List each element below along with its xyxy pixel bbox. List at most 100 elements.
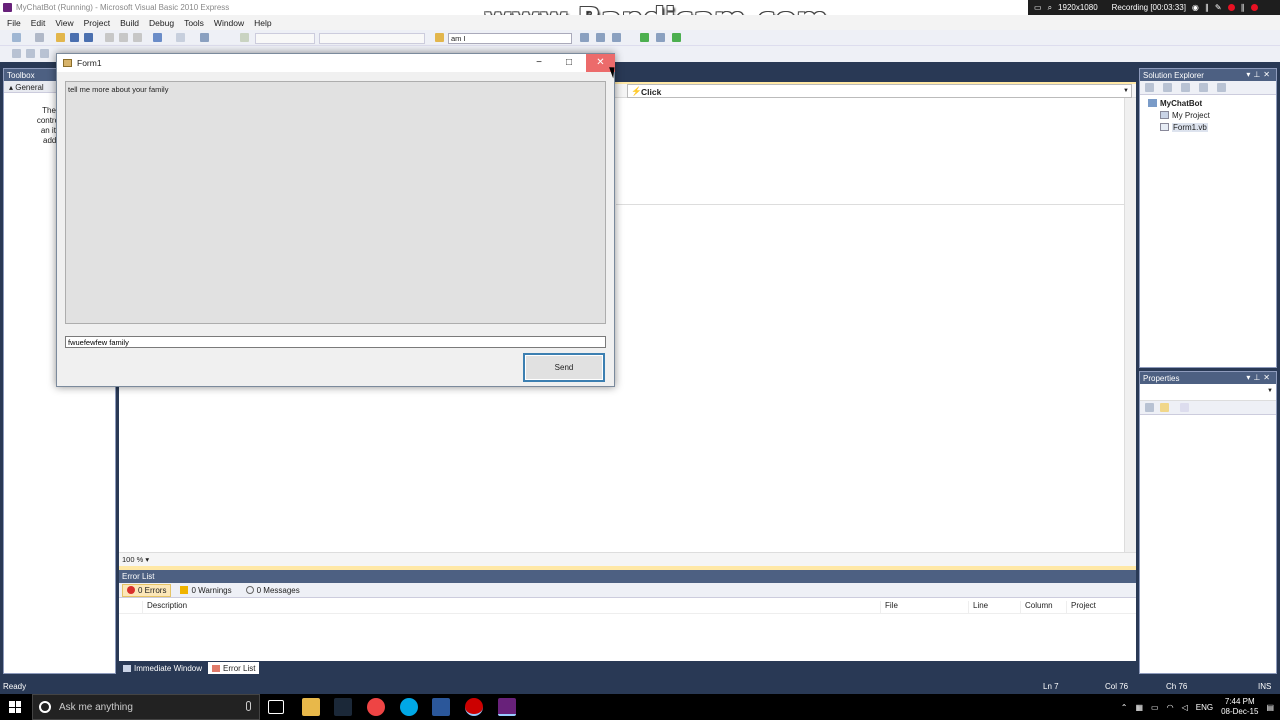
steam-icon[interactable] (334, 698, 352, 716)
debug-toolbar-icon-1[interactable] (580, 33, 589, 42)
show-hidden-icons-icon[interactable]: ⌃ (1121, 703, 1128, 712)
start-debug-icon[interactable] (240, 33, 249, 42)
tab-immediate-window[interactable]: Immediate Window (119, 662, 206, 674)
solution-config-combo[interactable] (255, 33, 315, 44)
file-explorer-icon[interactable] (302, 698, 320, 716)
toolbar2-icon-2[interactable] (26, 49, 35, 58)
microphone-icon[interactable] (246, 701, 251, 711)
chrome-icon[interactable] (367, 698, 385, 716)
panel-controls[interactable]: ▾⊥✕ (1246, 70, 1273, 79)
maximize-button[interactable]: □ (554, 54, 584, 72)
menu-project[interactable]: Project (79, 18, 115, 28)
menu-tools[interactable]: Tools (179, 18, 209, 28)
show-all-files-icon[interactable] (1163, 83, 1172, 92)
tab-error-list[interactable]: Error List (208, 662, 260, 674)
debug-toolbar-icon-5[interactable] (656, 33, 665, 42)
action-center-icon[interactable]: ▤ (1266, 703, 1274, 712)
status-text: Ready (3, 682, 27, 691)
message-input[interactable] (65, 336, 606, 348)
new-project-icon[interactable] (12, 33, 21, 42)
copy-icon[interactable] (119, 33, 128, 42)
chat-history-box[interactable]: tell me more about your family (65, 81, 606, 324)
debug-toolbar-icon-4[interactable] (640, 33, 649, 42)
alphabetical-icon[interactable] (1160, 403, 1169, 412)
tab-label: Error List (223, 663, 256, 673)
tree-item-my-project[interactable]: My Project (1140, 110, 1276, 122)
warnings-filter-button[interactable]: 0 Warnings (175, 584, 236, 597)
undo-icon[interactable] (153, 33, 162, 42)
platform-combo[interactable] (319, 33, 425, 44)
find-combo[interactable]: am I (448, 33, 572, 44)
add-item-icon[interactable] (35, 33, 44, 42)
properties-icon[interactable] (1145, 83, 1154, 92)
menu-edit[interactable]: Edit (26, 18, 51, 28)
form1-title-bar[interactable]: Form1 − □ ✕ (57, 54, 615, 72)
word-icon[interactable] (432, 698, 450, 716)
stop-icon[interactable]: ∥ (1241, 3, 1245, 12)
menu-debug[interactable]: Debug (144, 18, 179, 28)
network-icon[interactable]: ▦ (1135, 703, 1143, 712)
volume-icon[interactable]: ◁ (1182, 703, 1188, 712)
navigate-icon[interactable] (200, 33, 209, 42)
visual-basic-icon[interactable] (498, 698, 516, 716)
skype-icon[interactable] (400, 698, 418, 716)
input-language[interactable]: ENG (1196, 703, 1213, 712)
column-file[interactable]: File (881, 601, 969, 613)
column-line[interactable]: Line (969, 601, 1021, 613)
messages-filter-button[interactable]: 0 Messages (241, 584, 305, 597)
redo-icon[interactable] (176, 33, 185, 42)
find-in-files-icon[interactable] (435, 33, 444, 42)
column-column[interactable]: Column (1021, 601, 1067, 613)
solution-explorer-panel: Solution Explorer ▾⊥✕ MyChatBot My Projec… (1139, 68, 1277, 368)
pencil-icon[interactable]: ✎ (1215, 3, 1222, 12)
categorized-icon[interactable] (1145, 403, 1154, 412)
battery-icon[interactable]: ▭ (1151, 703, 1159, 712)
toolbar2-icon-1[interactable] (12, 49, 21, 58)
error-list-icon (212, 664, 221, 672)
clock[interactable]: 7:44 PM 08-Dec-15 (1221, 697, 1258, 717)
menu-help[interactable]: Help (249, 18, 276, 28)
monitor-icon[interactable]: ▭ (1034, 3, 1042, 12)
paste-icon[interactable] (133, 33, 142, 42)
errors-filter-button[interactable]: 0 Errors (122, 583, 172, 597)
view-designer-icon[interactable] (1217, 83, 1226, 92)
save-icon[interactable] (70, 33, 79, 42)
view-code-icon[interactable] (1199, 83, 1208, 92)
refresh-icon[interactable] (1181, 83, 1190, 92)
cut-icon[interactable] (105, 33, 114, 42)
tree-item-form1[interactable]: Form1.vb (1140, 122, 1276, 134)
send-button[interactable]: Send (523, 353, 605, 382)
task-view-icon[interactable] (268, 700, 284, 714)
zoom-control[interactable]: 100 % ▾ (119, 552, 1136, 566)
record-icon[interactable] (1227, 4, 1235, 11)
toolbar2-icon-3[interactable] (40, 49, 49, 58)
debug-toolbar-icon-2[interactable] (596, 33, 605, 42)
search-icon[interactable]: ⌕ (1048, 3, 1052, 13)
tree-item-project[interactable]: MyChatBot (1140, 98, 1276, 110)
column-description[interactable]: Description (143, 601, 881, 613)
vb-project-icon (1148, 99, 1157, 107)
menu-view[interactable]: View (50, 18, 78, 28)
panel-controls[interactable]: ▾⊥✕ (1246, 373, 1273, 382)
open-folder-icon[interactable] (56, 33, 65, 42)
wifi-icon[interactable]: ◠ (1167, 703, 1174, 712)
record-stop-icon[interactable] (1250, 4, 1258, 11)
editor-vertical-scrollbar[interactable] (1124, 98, 1136, 552)
debug-toolbar-icon-3[interactable] (612, 33, 621, 42)
event-combo[interactable]: ⚡ Click ▼ (627, 84, 1132, 98)
menu-file[interactable]: File (2, 18, 26, 28)
windows-start-icon[interactable] (9, 701, 21, 713)
pause-icon[interactable]: ∥ (1205, 3, 1209, 12)
form-file-icon (1160, 123, 1169, 131)
camera-icon[interactable]: ◉ (1192, 3, 1199, 12)
cortana-search-box[interactable]: Ask me anything (32, 694, 260, 720)
menu-build[interactable]: Build (115, 18, 144, 28)
debug-toolbar-icon-6[interactable] (672, 33, 681, 42)
property-pages-icon[interactable] (1180, 403, 1189, 412)
bandicam-icon[interactable] (465, 698, 483, 716)
column-project[interactable]: Project (1067, 601, 1127, 613)
menu-window[interactable]: Window (209, 18, 249, 28)
properties-object-combo[interactable]: ▼ (1140, 384, 1276, 401)
save-all-icon[interactable] (84, 33, 93, 42)
minimize-button[interactable]: − (524, 54, 554, 72)
